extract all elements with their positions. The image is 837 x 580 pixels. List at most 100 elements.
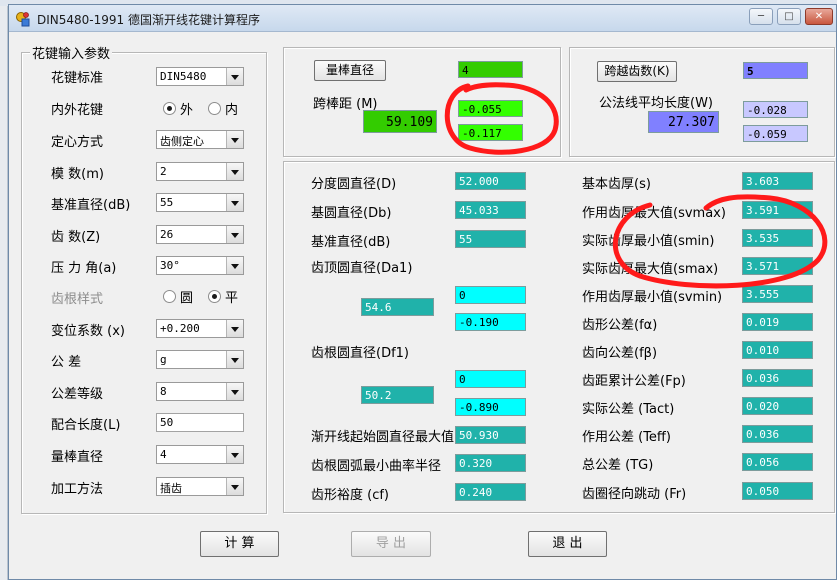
act-thickness-min-value: 3.535	[742, 229, 813, 247]
span-length-value: 27.307	[648, 111, 719, 133]
eff-thickness-min-value: 3.555	[742, 285, 813, 303]
radial-runout-value: 0.050	[742, 482, 813, 500]
tip-diameter-lower-deviation: -0.190	[455, 313, 526, 331]
effective-tolerance-label: 作用公差 (Teff)	[582, 430, 671, 445]
root-diameter-value: 50.2	[361, 386, 434, 404]
span-upper-deviation: -0.028	[743, 101, 808, 118]
maximize-button[interactable]: □	[777, 8, 801, 25]
exit-button[interactable]: 退 出	[528, 531, 607, 557]
chevron-down-icon[interactable]	[226, 131, 243, 148]
profile-tolerance-label: 齿形公差(fα)	[582, 318, 658, 333]
teeth-count-label: 齿 数(Z)	[51, 230, 101, 245]
module-label: 模 数(m)	[51, 167, 104, 182]
profile-tolerance-value: 0.019	[742, 313, 813, 331]
external-radio-label[interactable]: 外	[180, 99, 193, 118]
root-radius-label: 齿根圆弧最小曲率半径	[311, 459, 442, 474]
tip-diameter-value: 54.6	[361, 298, 434, 316]
module-select[interactable]: 2	[156, 162, 244, 181]
profile-shift-select[interactable]: +0.200	[156, 319, 244, 338]
eff-thickness-min-label: 作用齿厚最小值(svmin)	[582, 290, 723, 305]
tip-diameter-upper-deviation: 0	[455, 286, 526, 304]
chevron-down-icon[interactable]	[226, 478, 243, 495]
span-lower-deviation: -0.059	[743, 125, 808, 142]
minimize-icon: ─	[757, 11, 765, 22]
basic-tooth-thickness-value: 3.603	[742, 172, 813, 190]
chevron-down-icon[interactable]	[226, 194, 243, 211]
chevron-down-icon[interactable]	[226, 257, 243, 274]
calculate-button[interactable]: 计 算	[200, 531, 279, 557]
basic-tooth-thickness-label: 基本齿厚(s)	[582, 177, 651, 192]
chevron-down-icon[interactable]	[226, 320, 243, 337]
centering-method-label: 定心方式	[51, 135, 104, 150]
effective-tolerance-value: 0.036	[742, 425, 813, 443]
flat-root-radio[interactable]	[208, 290, 221, 303]
actual-tolerance-value: 0.020	[742, 397, 813, 415]
actual-tolerance-label: 实际公差 (Tact)	[582, 402, 675, 417]
act-thickness-min-label: 实际齿厚最小值(smin)	[582, 234, 715, 249]
root-style-label: 齿根样式	[51, 292, 104, 307]
tolerance-select[interactable]: g	[156, 350, 244, 369]
eff-thickness-max-value: 3.591	[742, 201, 813, 219]
teeth-count-select[interactable]: 26	[156, 225, 244, 244]
chevron-down-icon[interactable]	[226, 351, 243, 368]
pressure-angle-select[interactable]: 30°	[156, 256, 244, 275]
tolerance-grade-label: 公差等级	[51, 387, 104, 402]
chevron-down-icon[interactable]	[226, 226, 243, 243]
internal-radio-label[interactable]: 内	[225, 99, 238, 118]
engagement-length-label: 配合长度(L)	[51, 418, 121, 433]
root-radius-value: 0.320	[455, 454, 526, 472]
cumulative-pitch-value: 0.036	[742, 369, 813, 387]
result-reference-diameter-value: 55	[455, 230, 526, 248]
pin-diameter-button[interactable]: 量棒直径	[314, 60, 386, 81]
pin-diameter-value: 4	[458, 61, 523, 78]
root-diameter-label: 齿根圆直径(Df1)	[311, 346, 410, 361]
base-diameter-label: 基圆直径(Db)	[311, 206, 392, 221]
helix-tolerance-value: 0.010	[742, 341, 813, 359]
centering-method-select[interactable]: 齿侧定心	[156, 130, 244, 149]
cumulative-pitch-label: 齿距累计公差(Fp)	[582, 374, 686, 389]
pitch-diameter-value: 52.000	[455, 172, 526, 190]
act-thickness-max-value: 3.571	[742, 257, 813, 275]
flat-root-radio-label[interactable]: 平	[225, 287, 238, 306]
export-button[interactable]: 导 出	[351, 531, 431, 557]
tolerance-grade-select[interactable]: 8	[156, 382, 244, 401]
machining-method-select[interactable]: 插齿	[156, 477, 244, 496]
root-diameter-lower-deviation: -0.890	[455, 398, 526, 416]
base-diameter-value: 45.033	[455, 201, 526, 219]
host-window-edge	[0, 6, 8, 580]
over-pin-upper-deviation: -0.055	[458, 100, 523, 117]
close-button[interactable]: ✕	[805, 8, 833, 25]
radial-runout-label: 齿圈径向跳动 (Fr)	[582, 487, 687, 502]
root-diameter-upper-deviation: 0	[455, 370, 526, 388]
over-pin-lower-deviation: -0.117	[458, 124, 523, 141]
over-pin-distance-value: 59.109	[363, 110, 437, 133]
span-teeth-button[interactable]: 跨越齿数(K)	[597, 61, 677, 82]
close-icon: ✕	[814, 11, 824, 22]
total-tolerance-value: 0.056	[742, 453, 813, 471]
total-tolerance-label: 总公差 (TG)	[582, 458, 654, 473]
result-reference-diameter-label: 基准直径(dB)	[311, 235, 391, 250]
round-root-radio-label[interactable]: 圆	[180, 287, 193, 306]
chevron-down-icon[interactable]	[226, 163, 243, 180]
title-bar[interactable]: DIN5480-1991 德国渐开线花键计算程序 ─ □ ✕	[9, 5, 836, 32]
internal-radio[interactable]	[208, 102, 221, 115]
reference-diameter-label: 基准直径(dB)	[51, 198, 131, 213]
spline-standard-select[interactable]: DIN5480	[156, 67, 244, 86]
minimize-button[interactable]: ─	[749, 8, 773, 25]
profile-shift-label: 变位系数 (x)	[51, 324, 125, 339]
reference-diameter-select[interactable]: 55	[156, 193, 244, 212]
pressure-angle-label: 压 力 角(a)	[51, 261, 117, 276]
chevron-down-icon[interactable]	[226, 68, 243, 85]
pin-diameter-select[interactable]: 4	[156, 445, 244, 464]
round-root-radio[interactable]	[163, 290, 176, 303]
spline-standard-label: 花键标准	[51, 71, 104, 86]
chevron-down-icon[interactable]	[226, 446, 243, 463]
form-diameter-label: 渐开线起始圆直径最大值	[311, 430, 455, 445]
act-thickness-max-label: 实际齿厚最大值(smax)	[582, 262, 719, 277]
engagement-length-input[interactable]: 50	[156, 413, 244, 432]
spline-input-group-title: 花键输入参数	[30, 43, 113, 62]
pin-diameter-label: 量棒直径	[51, 450, 104, 465]
machining-method-label: 加工方法	[51, 482, 104, 497]
external-radio[interactable]	[163, 102, 176, 115]
chevron-down-icon[interactable]	[226, 383, 243, 400]
